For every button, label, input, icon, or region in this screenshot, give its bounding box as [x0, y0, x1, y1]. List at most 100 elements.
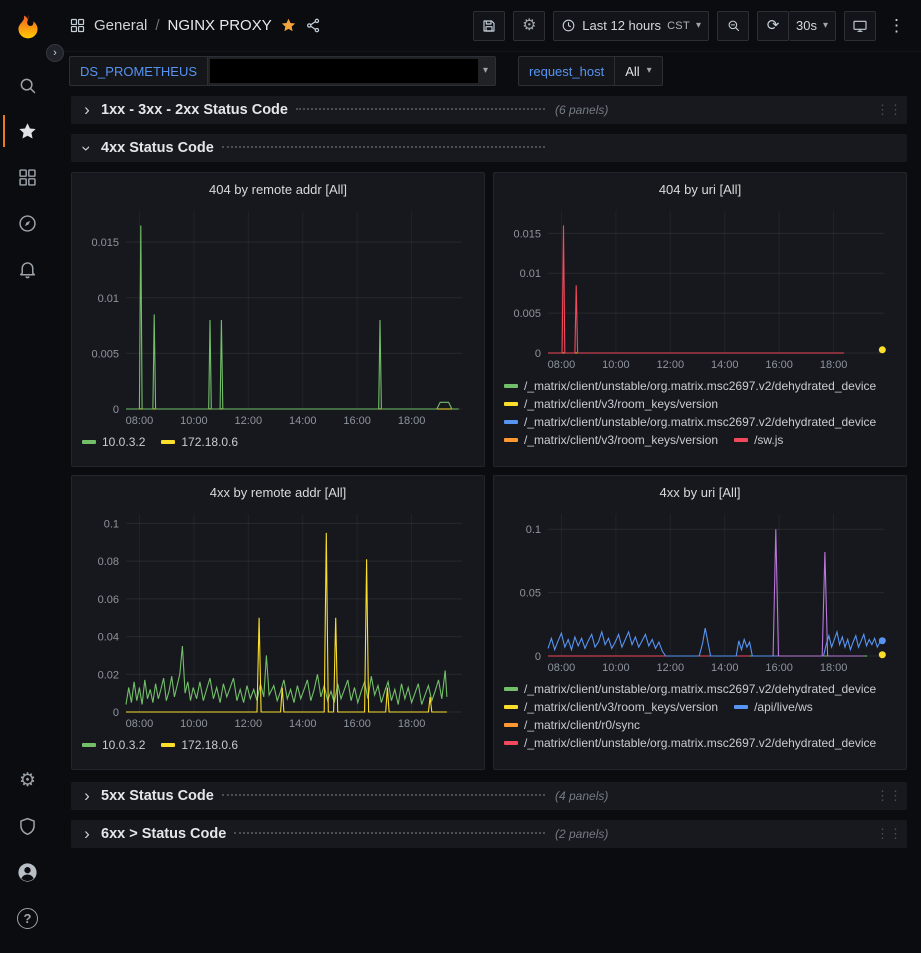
svg-text:0.015: 0.015 [91, 237, 119, 249]
datasource-variable-label[interactable]: DS_PROMETHEUS [69, 56, 208, 86]
svg-text:12:00: 12:00 [235, 415, 263, 427]
row-drag-handle[interactable]: ⋮⋮ [876, 788, 902, 804]
admin-shield-icon[interactable] [3, 803, 53, 849]
svg-text:0.05: 0.05 [520, 588, 541, 600]
svg-text:10:00: 10:00 [180, 415, 208, 427]
row-panel-count: (2 panels) [555, 827, 608, 841]
timeseries-chart[interactable]: 08:0010:0012:0014:0016:0018:0000.0050.01… [504, 203, 896, 373]
explore-compass-icon[interactable] [3, 200, 53, 246]
row-drag-handle[interactable]: ⋮⋮ [876, 826, 902, 842]
breadcrumb: General / NGINX PROXY [94, 17, 272, 34]
row-title: 1xx - 3xx - 2xx Status Code [101, 102, 288, 118]
refresh-button[interactable]: ⟳ [757, 11, 789, 41]
svg-text:18:00: 18:00 [820, 662, 848, 674]
svg-text:0.04: 0.04 [98, 632, 119, 644]
help-icon[interactable]: ? [3, 895, 53, 941]
svg-text:14:00: 14:00 [711, 662, 739, 674]
dashboards-icon[interactable] [3, 154, 53, 200]
chevron-down-icon: ▾ [696, 21, 701, 31]
request-host-variable-select[interactable]: All ▾ [615, 56, 662, 86]
panel-legend: /_matrix/client/unstable/org.matrix.msc2… [504, 379, 896, 447]
chevron-down-icon: ▾ [823, 21, 828, 31]
row-6xx[interactable]: › 6xx > Status Code (2 panels) ⋮⋮ [71, 820, 907, 848]
panel-404-by-uri: 404 by uri [All] 08:0010:0012:0014:0016:… [493, 172, 907, 467]
svg-text:0.005: 0.005 [91, 348, 119, 360]
request-host-variable-label[interactable]: request_host [518, 56, 615, 86]
legend-item[interactable]: /_matrix/client/unstable/org.matrix.msc2… [504, 379, 876, 393]
timeseries-chart[interactable]: 08:0010:0012:0014:0016:0018:0000.050.1 [504, 506, 896, 676]
svg-text:0: 0 [535, 651, 541, 663]
breadcrumb-folder[interactable]: General [94, 17, 147, 34]
timeseries-chart[interactable]: 08:0010:0012:0014:0016:0018:0000.020.040… [82, 506, 474, 732]
row-5xx[interactable]: › 5xx Status Code (4 panels) ⋮⋮ [71, 782, 907, 810]
server-admin-gear-icon[interactable]: ⚙ [3, 757, 53, 803]
legend-item[interactable]: 172.18.0.6 [161, 435, 238, 449]
search-icon[interactable] [3, 62, 53, 108]
legend-item[interactable]: /api/live/ws [734, 700, 813, 714]
row-title: 4xx Status Code [101, 140, 214, 156]
breadcrumb-dashboard-title[interactable]: NGINX PROXY [168, 17, 272, 34]
legend-item[interactable]: /_matrix/client/r0/sync [504, 718, 640, 732]
legend-item[interactable]: /sw.js [734, 433, 783, 447]
legend-item[interactable]: /_matrix/client/unstable/org.matrix.msc2… [504, 682, 876, 696]
breadcrumb-separator: / [155, 17, 159, 34]
zoom-out-time-button[interactable] [717, 11, 749, 41]
panel-404-by-remote-addr: 404 by remote addr [All] 08:0010:0012:00… [71, 172, 485, 467]
legend-item[interactable]: 172.18.0.6 [161, 738, 238, 752]
legend-item[interactable]: /_matrix/client/v3/room_keys/version [504, 700, 718, 714]
refresh-interval-dropdown[interactable]: 30s ▾ [789, 11, 836, 41]
legend-item[interactable]: 10.0.3.2 [82, 738, 145, 752]
panel-title[interactable]: 404 by uri [All] [504, 177, 896, 203]
row-drag-handle[interactable]: ⋮⋮ [876, 102, 902, 118]
legend-item[interactable]: 10.0.3.2 [82, 435, 145, 449]
avatar[interactable] [3, 849, 53, 895]
legend-item[interactable]: /_matrix/client/v3/room_keys/version [504, 433, 718, 447]
row-panel-count: (6 panels) [555, 103, 608, 117]
legend-item[interactable]: /_matrix/client/unstable/org.matrix.msc2… [504, 736, 876, 750]
svg-text:12:00: 12:00 [657, 662, 685, 674]
row-4xx[interactable]: › 4xx Status Code [71, 134, 907, 162]
sidebar-expand-button[interactable]: › [46, 44, 64, 62]
dashboard-settings-button[interactable]: ⚙ [513, 11, 545, 41]
cycle-view-mode-button[interactable] [844, 11, 876, 41]
legend-item[interactable]: /_matrix/client/unstable/org.matrix.msc2… [504, 415, 876, 429]
main-area: General / NGINX PROXY ⚙ Last 12 hours CS… [55, 0, 921, 953]
timeseries-chart[interactable]: 08:0010:0012:0014:0016:0018:0000.0050.01… [82, 203, 474, 429]
panel-legend: 10.0.3.2 172.18.0.6 [82, 738, 474, 752]
legend-item[interactable]: /_matrix/client/v3/room_keys/version [504, 397, 718, 411]
dashboard-topbar: General / NGINX PROXY ⚙ Last 12 hours CS… [55, 0, 921, 52]
sidebar: ⚙ ? [0, 0, 55, 953]
timezone-label: CST [667, 20, 690, 32]
dotted-leader [222, 794, 545, 796]
datasource-variable-select[interactable]: ▾ [208, 56, 496, 86]
svg-text:0.08: 0.08 [98, 556, 119, 568]
svg-text:10:00: 10:00 [602, 359, 630, 371]
alerting-bell-icon[interactable] [3, 246, 53, 292]
dotted-leader [222, 146, 545, 148]
refresh-group: ⟳ 30s ▾ [757, 11, 836, 41]
panel-title[interactable]: 4xx by remote addr [All] [82, 480, 474, 506]
time-range-label: Last 12 hours [582, 18, 661, 33]
share-icon[interactable] [305, 17, 322, 34]
time-range-picker[interactable]: Last 12 hours CST ▾ [553, 11, 709, 41]
chevron-down-icon: ▾ [647, 66, 652, 76]
panel-title[interactable]: 4xx by uri [All] [504, 480, 896, 506]
row-panel-count: (4 panels) [555, 789, 608, 803]
panel-title[interactable]: 404 by remote addr [All] [82, 177, 474, 203]
svg-text:10:00: 10:00 [180, 718, 208, 730]
save-dashboard-button[interactable] [473, 11, 505, 41]
svg-text:0.015: 0.015 [513, 228, 541, 240]
starred-dashboards-icon[interactable] [3, 108, 53, 154]
svg-text:0.1: 0.1 [104, 518, 119, 530]
grafana-logo-icon[interactable] [10, 10, 46, 46]
svg-text:0.01: 0.01 [98, 293, 119, 305]
svg-text:16:00: 16:00 [765, 359, 793, 371]
svg-text:12:00: 12:00 [235, 718, 263, 730]
row-1xx-3xx-2xx[interactable]: › 1xx - 3xx - 2xx Status Code (6 panels)… [71, 96, 907, 124]
request-host-variable: request_host All ▾ [518, 56, 663, 86]
chevron-down-icon: ▾ [483, 66, 488, 76]
kebab-menu-icon[interactable]: ⋮ [884, 16, 909, 36]
svg-text:0.005: 0.005 [513, 308, 541, 320]
favorite-star-icon[interactable] [280, 17, 297, 34]
svg-text:10:00: 10:00 [602, 662, 630, 674]
